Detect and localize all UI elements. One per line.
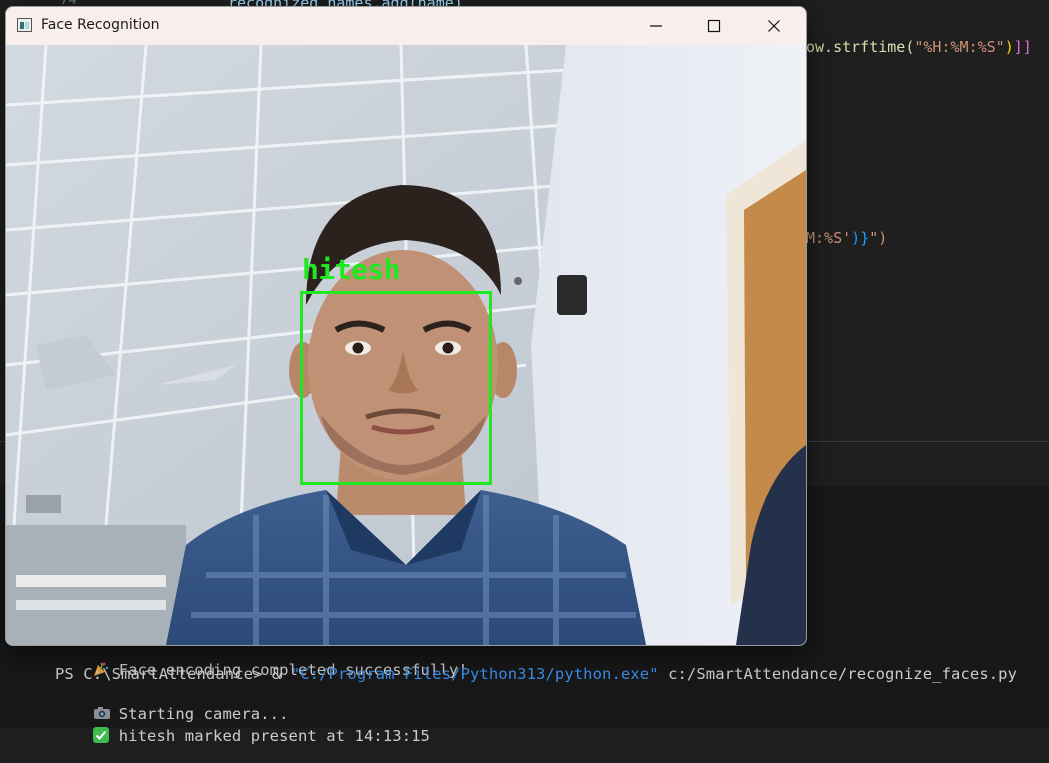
window-title: Face Recognition — [41, 17, 160, 33]
close-icon — [768, 20, 780, 32]
minimize-icon — [650, 25, 662, 27]
code-token-paren: ) — [1004, 38, 1014, 56]
window-titlebar[interactable]: Face Recognition — [6, 7, 806, 45]
code-token-brace: )} — [851, 229, 870, 247]
face-recognition-window[interactable]: Face Recognition hitesh — [5, 6, 807, 646]
minimize-button[interactable] — [628, 7, 686, 45]
maximize-icon — [707, 19, 721, 33]
code-token-fn: ow.strftime( — [806, 38, 915, 56]
detected-name-label: hitesh — [302, 253, 401, 286]
code-line-strftime: ow.strftime("%H:%M:%S")]] — [806, 38, 1032, 56]
code-line-fstring: M:%S')}") — [806, 229, 887, 247]
code-token-string: "%H:%M:%S" — [914, 38, 1005, 56]
face-bounding-box — [300, 291, 492, 485]
terminal-text: hitesh marked present at 14:13:15 — [118, 727, 430, 745]
code-token-string: M:%S' — [806, 229, 852, 247]
code-token-brackets: ]] — [1013, 38, 1032, 56]
terminal-prompt: PS C:\SmartAttendance> & — [55, 665, 291, 683]
terminal-line: hitesh marked present at 14:13:15 — [55, 709, 430, 763]
app-window-icon — [17, 18, 32, 32]
check-mark-icon — [92, 727, 111, 743]
terminal-script-path: c:/SmartAttendance/recognize_faces.py — [658, 665, 1018, 683]
terminal-python-path: "C:/Program Files/Python313/python.exe" — [290, 665, 659, 683]
code-token-tail: ") — [869, 229, 888, 247]
close-button[interactable] — [746, 7, 804, 45]
maximize-button[interactable] — [686, 7, 744, 45]
camera-feed: hitesh — [6, 45, 806, 645]
terminal-command-line: PS C:\SmartAttendance> & "C:/Program Fil… — [55, 665, 1017, 683]
